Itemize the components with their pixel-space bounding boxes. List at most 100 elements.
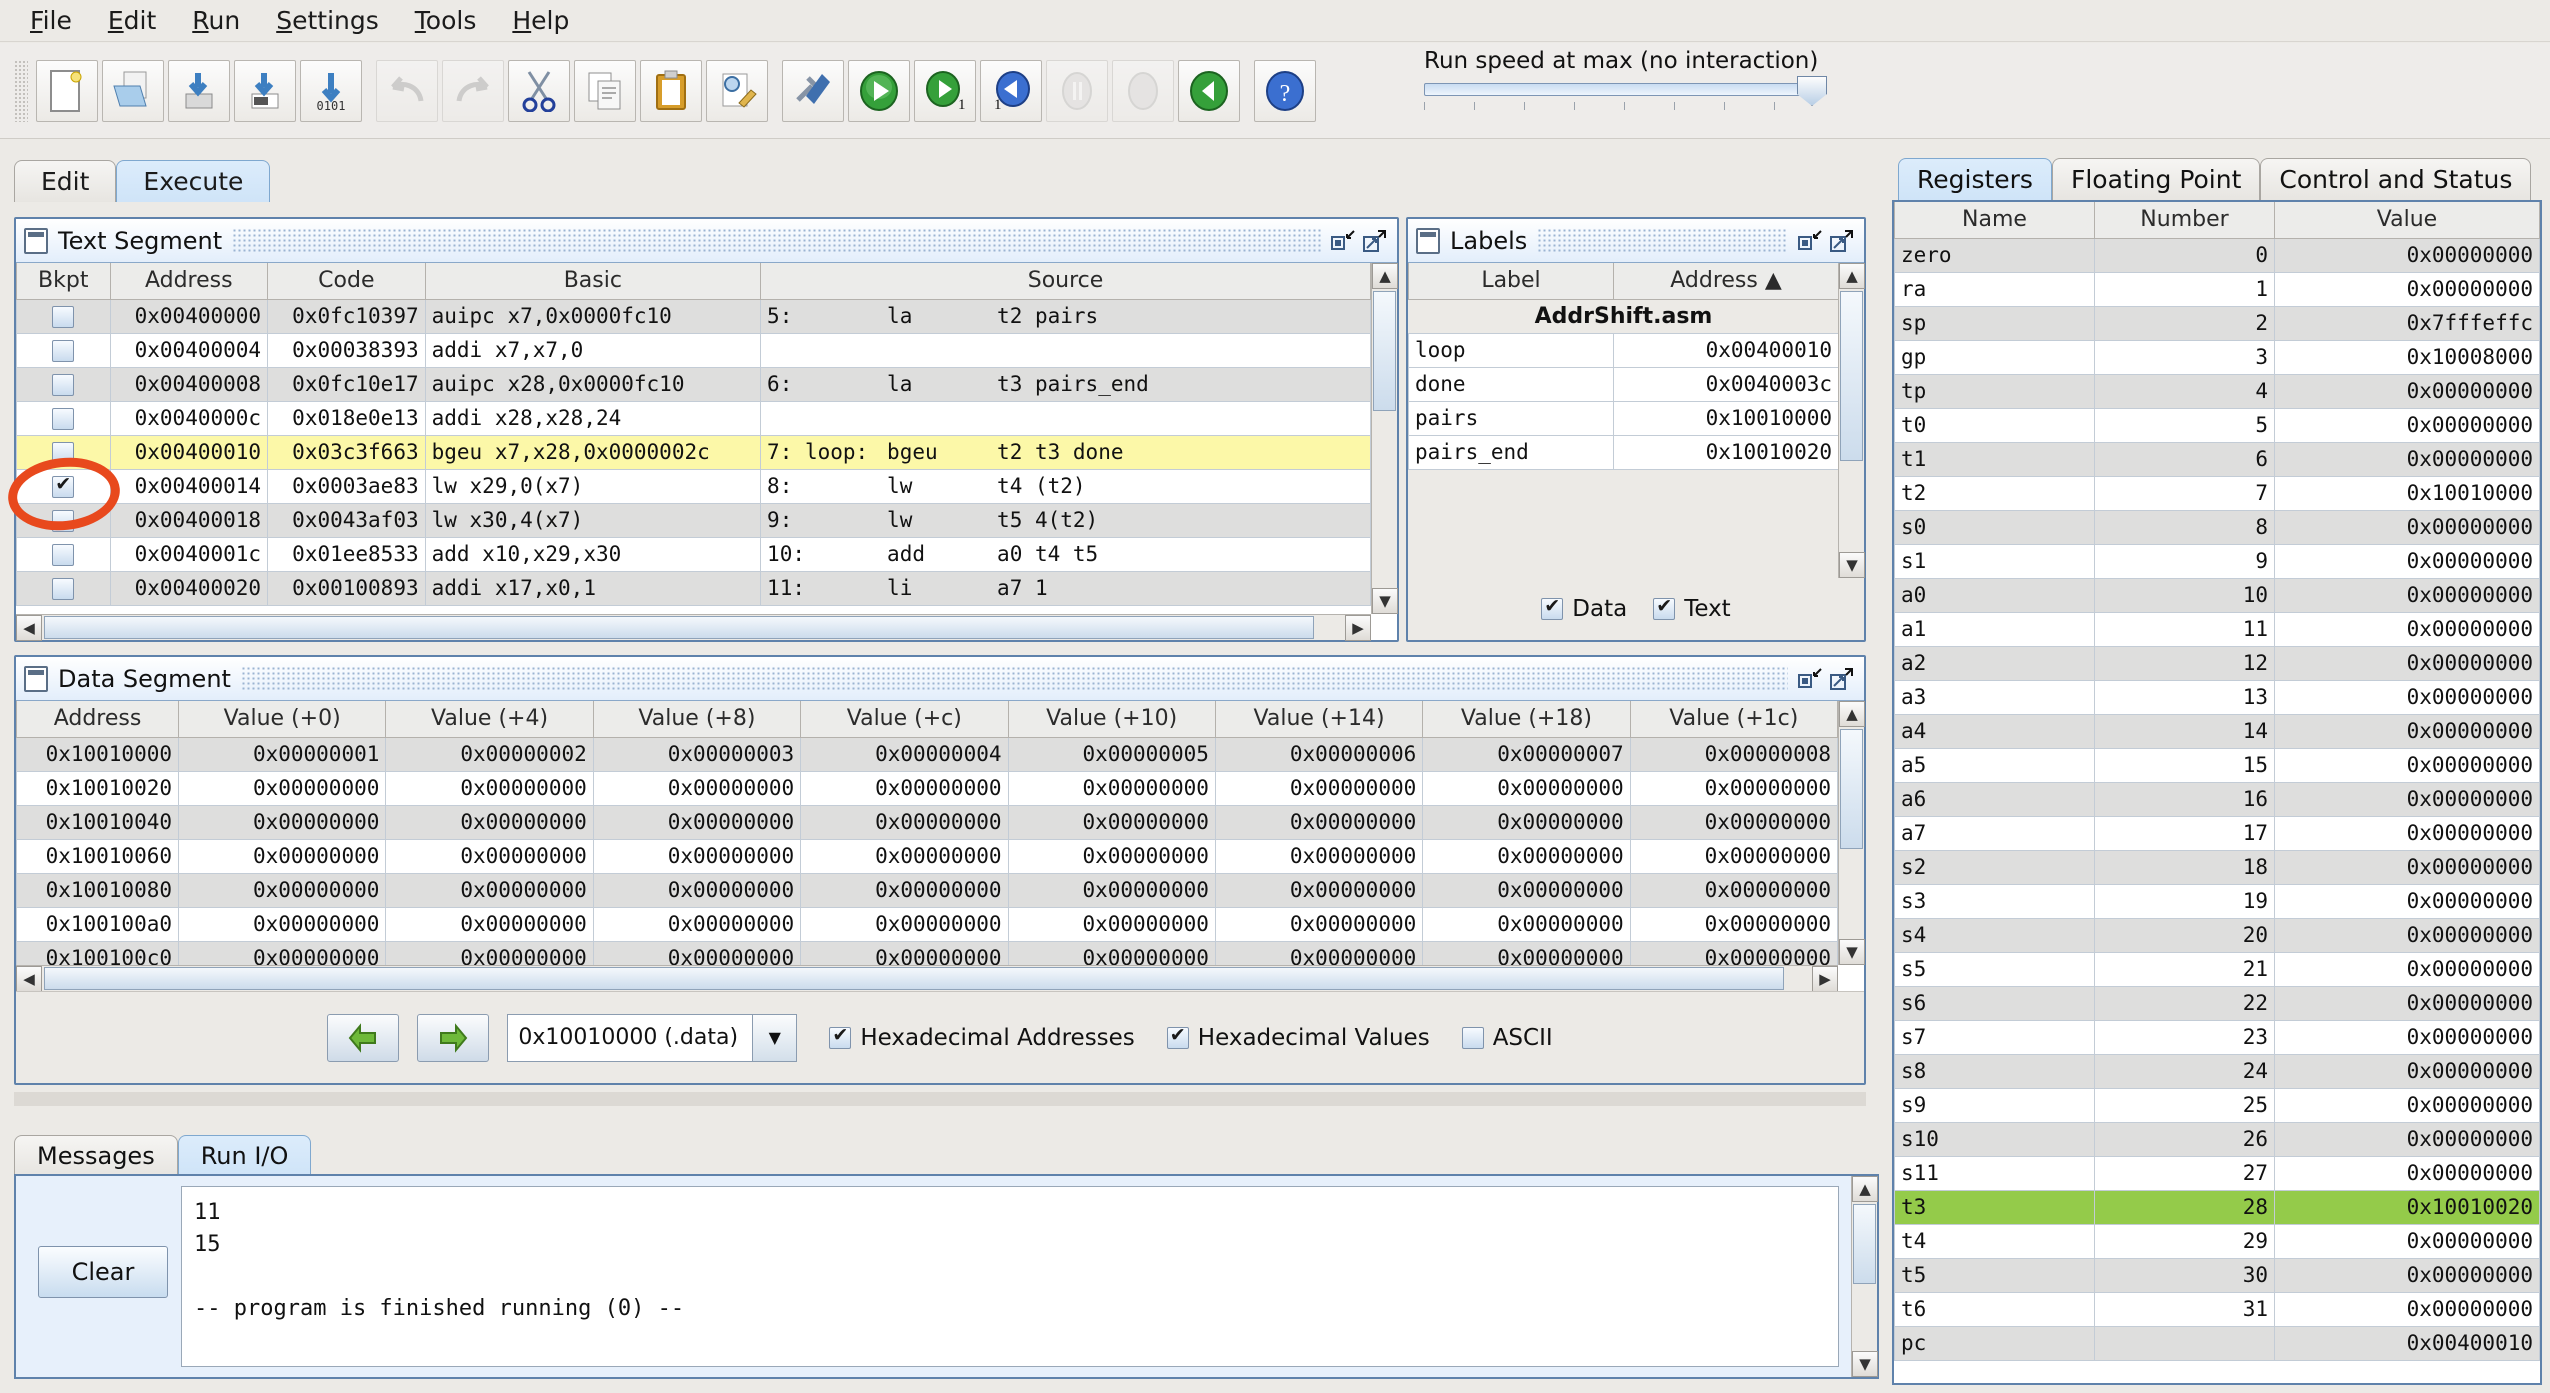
register-name-cell[interactable]: t5 bbox=[1894, 1257, 2095, 1293]
register-number-cell[interactable]: 7 bbox=[2094, 475, 2275, 511]
register-row[interactable]: s10 26 0x00000000 bbox=[1894, 1121, 2540, 1157]
col-address[interactable]: Address ▲ bbox=[1613, 263, 1838, 300]
register-row[interactable]: a0 10 0x00000000 bbox=[1894, 577, 2540, 613]
register-value-cell[interactable]: 0x00000000 bbox=[2274, 747, 2540, 783]
basic-cell[interactable]: addi x7,x7,0 bbox=[424, 332, 762, 368]
data-value-cell[interactable]: 0x00000006 bbox=[1214, 736, 1424, 772]
find-replace-icon[interactable] bbox=[706, 59, 768, 122]
register-name-cell[interactable]: t2 bbox=[1894, 475, 2095, 511]
maximize-icon[interactable] bbox=[1363, 229, 1387, 253]
register-row[interactable]: t2 7 0x10010000 bbox=[1894, 475, 2540, 511]
source-cell[interactable]: 9: lw t5 4(t2) bbox=[760, 502, 1371, 538]
data-address-cell[interactable]: 0x10010060 bbox=[16, 838, 179, 874]
register-row[interactable]: t4 29 0x00000000 bbox=[1894, 1223, 2540, 1259]
data-value-cell[interactable]: 0x00000000 bbox=[800, 770, 1009, 806]
scroll-down-icon[interactable]: ▼ bbox=[1839, 939, 1865, 965]
tab-messages[interactable]: Messages bbox=[14, 1135, 178, 1175]
register-row[interactable]: a3 13 0x00000000 bbox=[1894, 679, 2540, 715]
data-value-cell[interactable]: 0x00000007 bbox=[1422, 736, 1631, 772]
register-name-cell[interactable]: zero bbox=[1894, 237, 2095, 273]
register-row[interactable]: t6 31 0x00000000 bbox=[1894, 1291, 2540, 1327]
data-value-cell[interactable]: 0x00000000 bbox=[1007, 872, 1216, 908]
label-address-cell[interactable]: 0x00400010 bbox=[1613, 332, 1838, 368]
data-value-cell[interactable]: 0x00000000 bbox=[1629, 838, 1838, 874]
register-name-cell[interactable]: t0 bbox=[1894, 407, 2095, 443]
col-code[interactable]: Code bbox=[267, 263, 426, 300]
data-col-0[interactable]: Address bbox=[16, 701, 179, 738]
register-name-cell[interactable]: a7 bbox=[1894, 815, 2095, 851]
labels-data-checkbox[interactable]: Data bbox=[1541, 595, 1627, 622]
register-name-cell[interactable]: a6 bbox=[1894, 781, 2095, 817]
col-basic[interactable]: Basic bbox=[424, 263, 762, 300]
source-cell[interactable] bbox=[760, 332, 1371, 368]
register-name-cell[interactable]: s9 bbox=[1894, 1087, 2095, 1123]
hscroll-thumb[interactable] bbox=[44, 967, 1784, 990]
text-segment-row[interactable]: 0x00400004 0x00038393 addi x7,x7,0 bbox=[16, 332, 1371, 368]
col-address[interactable]: Address bbox=[109, 263, 269, 300]
register-name-cell[interactable]: ra bbox=[1894, 271, 2095, 307]
register-row[interactable]: s4 20 0x00000000 bbox=[1894, 917, 2540, 953]
data-value-cell[interactable]: 0x00000000 bbox=[592, 838, 802, 874]
register-name-cell[interactable]: a2 bbox=[1894, 645, 2095, 681]
breakpoint-cell[interactable] bbox=[16, 298, 111, 334]
data-value-cell[interactable]: 0x00000000 bbox=[1422, 940, 1631, 965]
data-value-cell[interactable]: 0x00000003 bbox=[592, 736, 802, 772]
breakpoint-checkbox[interactable] bbox=[52, 374, 75, 396]
register-value-cell[interactable]: 0x00000000 bbox=[2274, 1257, 2540, 1293]
tab-control-status[interactable]: Control and Status bbox=[2260, 158, 2532, 200]
label-name-cell[interactable]: loop bbox=[1408, 332, 1614, 368]
register-number-cell[interactable]: 8 bbox=[2094, 509, 2275, 545]
register-number-cell[interactable]: 28 bbox=[2094, 1189, 2275, 1225]
data-value-cell[interactable]: 0x00000000 bbox=[1214, 838, 1424, 874]
data-value-cell[interactable]: 0x00000008 bbox=[1629, 736, 1838, 772]
register-value-cell[interactable]: 0x00000000 bbox=[2274, 441, 2540, 477]
breakpoint-cell[interactable] bbox=[16, 502, 111, 538]
breakpoint-cell[interactable] bbox=[16, 332, 111, 368]
vscroll-thumb[interactable] bbox=[1853, 1204, 1876, 1284]
data-value-cell[interactable]: 0x00000002 bbox=[385, 736, 594, 772]
data-value-cell[interactable]: 0x00000000 bbox=[1007, 770, 1216, 806]
data-segment-row[interactable]: 0x10010000 0x00000001 0x00000002 0x00000003… bbox=[16, 736, 1838, 772]
breakpoint-cell[interactable] bbox=[16, 570, 111, 606]
run-icon[interactable] bbox=[848, 59, 910, 122]
breakpoint-cell[interactable] bbox=[16, 366, 111, 402]
code-cell[interactable]: 0x00100893 bbox=[267, 570, 426, 606]
label-address-cell[interactable]: 0x10010020 bbox=[1613, 434, 1838, 470]
data-col-5[interactable]: Value (+10) bbox=[1007, 701, 1216, 738]
undo-icon[interactable] bbox=[376, 59, 438, 122]
text-segment-row[interactable]: 0x00400020 0x00100893 addi x17,x0,1 11: li a7… bbox=[16, 570, 1371, 606]
save-file-icon[interactable] bbox=[168, 59, 230, 122]
clear-button[interactable]: Clear bbox=[38, 1246, 168, 1298]
register-name-cell[interactable]: a5 bbox=[1894, 747, 2095, 783]
run-speed-slider[interactable] bbox=[1424, 76, 1827, 106]
register-row[interactable]: s0 8 0x00000000 bbox=[1894, 509, 2540, 545]
register-row[interactable]: s1 9 0x00000000 bbox=[1894, 543, 2540, 579]
register-row[interactable]: ra 1 0x00000000 bbox=[1894, 271, 2540, 307]
data-value-cell[interactable]: 0x00000000 bbox=[1422, 872, 1631, 908]
assemble-icon[interactable] bbox=[782, 59, 844, 122]
data-value-cell[interactable]: 0x00000000 bbox=[592, 940, 802, 965]
register-value-cell[interactable]: 0x00000000 bbox=[2274, 407, 2540, 443]
register-name-cell[interactable]: t1 bbox=[1894, 441, 2095, 477]
scroll-up-icon[interactable]: ▲ bbox=[1839, 263, 1865, 289]
data-value-cell[interactable]: 0x00000000 bbox=[1422, 770, 1631, 806]
data-value-cell[interactable]: 0x00000000 bbox=[177, 770, 387, 806]
breakpoint-checkbox[interactable] bbox=[52, 306, 75, 328]
source-cell[interactable]: 10: add a0 t4 t5 bbox=[760, 536, 1371, 572]
address-cell[interactable]: 0x0040000c bbox=[109, 400, 269, 436]
labels-row[interactable]: done 0x0040003c bbox=[1408, 366, 1838, 402]
data-value-cell[interactable]: 0x00000000 bbox=[1007, 906, 1216, 942]
data-segment-vscrollbar[interactable]: ▲ ▼ bbox=[1838, 701, 1865, 965]
data-address-cell[interactable]: 0x10010080 bbox=[16, 872, 179, 908]
register-number-cell[interactable]: 24 bbox=[2094, 1053, 2275, 1089]
label-name-cell[interactable]: done bbox=[1408, 366, 1614, 402]
register-name-cell[interactable]: a0 bbox=[1894, 577, 2095, 613]
cut-icon[interactable] bbox=[508, 59, 570, 122]
register-number-cell[interactable]: 19 bbox=[2094, 883, 2275, 919]
reset-icon[interactable] bbox=[1178, 59, 1240, 122]
register-value-cell[interactable]: 0x00000000 bbox=[2274, 611, 2540, 647]
pause-icon[interactable] bbox=[1046, 59, 1108, 122]
scroll-up-icon[interactable]: ▲ bbox=[1839, 701, 1865, 727]
data-value-cell[interactable]: 0x00000000 bbox=[592, 872, 802, 908]
data-value-cell[interactable]: 0x00000000 bbox=[177, 940, 387, 965]
